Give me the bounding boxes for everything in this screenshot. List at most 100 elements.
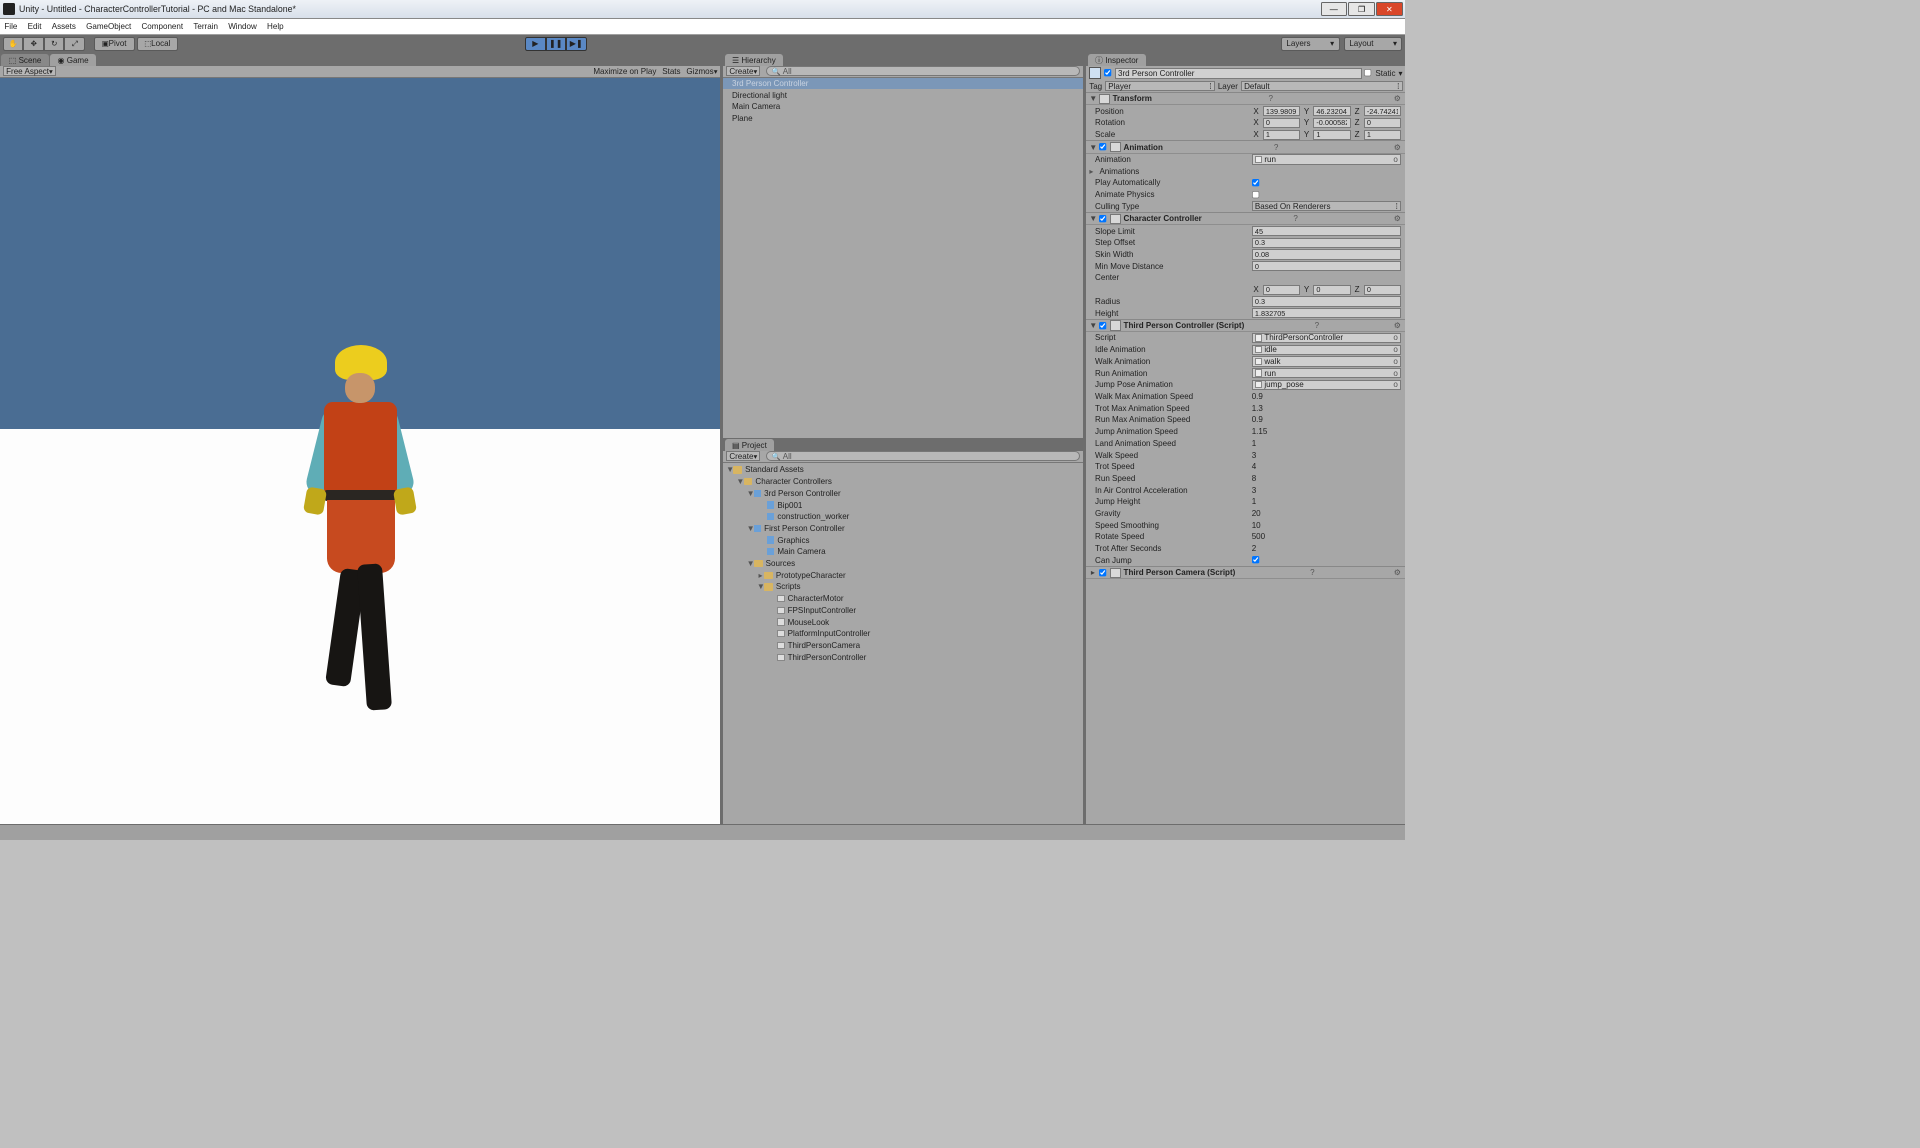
center-z[interactable] xyxy=(1364,285,1401,295)
scale-z[interactable] xyxy=(1364,130,1401,140)
layers-dropdown[interactable]: Layers▾ xyxy=(1281,37,1340,51)
menu-window[interactable]: Window xyxy=(228,22,257,31)
help-icon[interactable]: ? xyxy=(1293,214,1302,223)
component-enable[interactable] xyxy=(1099,143,1107,151)
rot-y[interactable] xyxy=(1313,118,1350,128)
game-view[interactable] xyxy=(0,78,720,825)
active-checkbox[interactable] xyxy=(1104,69,1112,77)
culling-dropdown[interactable]: Based On Renderers⁞ xyxy=(1252,201,1401,211)
static-checkbox[interactable] xyxy=(1364,69,1372,77)
hierarchy-create[interactable]: Create ▾ xyxy=(726,66,760,76)
prop-label[interactable]: Animations xyxy=(1095,167,1250,176)
layer-dropdown[interactable]: Default⁞ xyxy=(1241,81,1403,91)
transform-header[interactable]: ▼Transform?⚙ xyxy=(1086,92,1405,105)
layout-dropdown[interactable]: Layout▾ xyxy=(1344,37,1403,51)
project-item[interactable]: ▼First Person Controller xyxy=(723,523,1083,535)
scale-y[interactable] xyxy=(1313,130,1350,140)
animate-physics-checkbox[interactable] xyxy=(1252,191,1260,199)
component-enable[interactable] xyxy=(1099,569,1107,577)
walk-ref[interactable]: walko xyxy=(1252,356,1401,366)
help-icon[interactable]: ? xyxy=(1310,568,1319,577)
menu-gameobject[interactable]: GameObject xyxy=(86,22,131,31)
gear-icon[interactable]: ⚙ xyxy=(1394,321,1403,330)
radius-field[interactable] xyxy=(1252,296,1401,306)
project-item[interactable]: MouseLook xyxy=(723,616,1083,628)
tpcam-header[interactable]: ▸Third Person Camera (Script)?⚙ xyxy=(1086,566,1405,579)
scale-x[interactable] xyxy=(1263,130,1300,140)
project-item[interactable]: Graphics xyxy=(723,534,1083,546)
project-item[interactable]: ThirdPersonCamera xyxy=(723,640,1083,652)
stats-toggle[interactable]: Stats xyxy=(662,67,680,76)
hierarchy-item[interactable]: Plane xyxy=(723,113,1083,125)
menu-file[interactable]: File xyxy=(4,22,17,31)
project-item[interactable]: ThirdPersonController xyxy=(723,651,1083,663)
step-field[interactable] xyxy=(1252,238,1401,248)
rotate-tool[interactable]: ↻ xyxy=(44,37,64,51)
gear-icon[interactable]: ⚙ xyxy=(1394,214,1403,223)
hierarchy-item[interactable]: Main Camera xyxy=(723,101,1083,113)
minmove-field[interactable] xyxy=(1252,261,1401,271)
gameobject-name-field[interactable] xyxy=(1115,68,1362,79)
pos-x[interactable] xyxy=(1263,106,1300,116)
local-toggle[interactable]: ⬚ Local xyxy=(137,37,178,51)
project-item[interactable]: FPSInputController xyxy=(723,605,1083,617)
tag-dropdown[interactable]: Player⁞ xyxy=(1105,81,1215,91)
script-ref[interactable]: ThirdPersonControllero xyxy=(1252,333,1401,343)
project-item[interactable]: Main Camera xyxy=(723,546,1083,558)
menu-terrain[interactable]: Terrain xyxy=(193,22,218,31)
menu-help[interactable]: Help xyxy=(267,22,284,31)
tab-game[interactable]: ◉Game xyxy=(50,54,96,66)
component-enable[interactable] xyxy=(1099,322,1107,330)
skin-field[interactable] xyxy=(1252,249,1401,259)
project-item[interactable]: ▸PrototypeCharacter xyxy=(723,569,1083,581)
hierarchy-item[interactable]: Directional light xyxy=(723,89,1083,101)
pos-z[interactable] xyxy=(1364,106,1401,116)
help-icon[interactable]: ? xyxy=(1274,143,1283,152)
center-x[interactable] xyxy=(1263,285,1300,295)
hierarchy-item[interactable]: 3rd Person Controller xyxy=(723,78,1083,90)
animation-header[interactable]: ▼Animation?⚙ xyxy=(1086,140,1405,153)
close-button[interactable]: ✕ xyxy=(1376,2,1402,17)
play-auto-checkbox[interactable] xyxy=(1252,179,1260,187)
canjump-checkbox[interactable] xyxy=(1252,556,1260,564)
help-icon[interactable]: ? xyxy=(1315,321,1324,330)
height-field[interactable] xyxy=(1252,308,1401,318)
jump-ref[interactable]: jump_poseo xyxy=(1252,380,1401,390)
tpc-script-header[interactable]: ▼Third Person Controller (Script)?⚙ xyxy=(1086,319,1405,332)
gear-icon[interactable]: ⚙ xyxy=(1394,94,1403,103)
rot-x[interactable] xyxy=(1263,118,1300,128)
move-tool[interactable]: ✥ xyxy=(23,37,43,51)
animation-ref[interactable]: runo xyxy=(1252,154,1401,164)
tab-hierarchy[interactable]: ☰Hierarchy xyxy=(725,54,783,66)
charctrl-header[interactable]: ▼Character Controller?⚙ xyxy=(1086,212,1405,225)
project-item[interactable]: ▼Character Controllers xyxy=(723,476,1083,488)
center-y[interactable] xyxy=(1313,285,1350,295)
rot-z[interactable] xyxy=(1364,118,1401,128)
minimize-button[interactable]: — xyxy=(1321,2,1347,17)
hierarchy-search[interactable]: 🔍 All xyxy=(766,66,1080,76)
project-item[interactable]: ▼Standard Assets xyxy=(723,464,1083,476)
help-icon[interactable]: ? xyxy=(1268,94,1277,103)
menu-assets[interactable]: Assets xyxy=(52,22,76,31)
gizmos-toggle[interactable]: Gizmos xyxy=(686,67,713,76)
project-item[interactable]: Bip001 xyxy=(723,499,1083,511)
idle-ref[interactable]: idleo xyxy=(1252,345,1401,355)
tab-scene[interactable]: ⬚Scene xyxy=(1,54,48,66)
component-enable[interactable] xyxy=(1099,215,1107,223)
pause-button[interactable]: ❚❚ xyxy=(546,37,566,51)
project-item[interactable]: ▼Sources xyxy=(723,558,1083,570)
slope-field[interactable] xyxy=(1252,226,1401,236)
scale-tool[interactable]: ⤢ xyxy=(64,37,84,51)
project-item[interactable]: construction_worker xyxy=(723,511,1083,523)
gear-icon[interactable]: ⚙ xyxy=(1394,568,1403,577)
project-create[interactable]: Create ▾ xyxy=(726,451,760,461)
play-button[interactable]: ▶ xyxy=(525,37,545,51)
step-button[interactable]: ▶❚ xyxy=(566,37,586,51)
maximize-toggle[interactable]: Maximize on Play xyxy=(593,67,656,76)
tab-inspector[interactable]: ⓘInspector xyxy=(1088,54,1146,66)
aspect-dropdown[interactable]: Free Aspect ▾ xyxy=(3,66,56,76)
menu-edit[interactable]: Edit xyxy=(28,22,42,31)
project-item[interactable]: CharacterMotor xyxy=(723,593,1083,605)
project-item[interactable]: ▼Scripts xyxy=(723,581,1083,593)
pos-y[interactable] xyxy=(1313,106,1350,116)
